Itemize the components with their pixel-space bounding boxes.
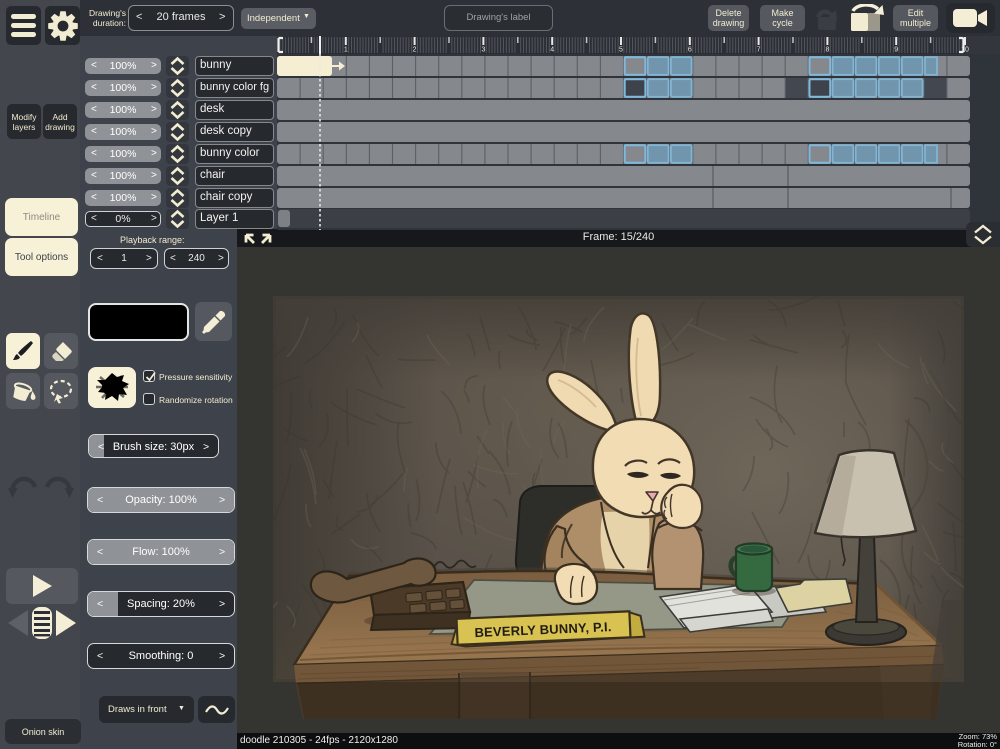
svg-text:4: 4 (550, 47, 554, 54)
svg-text:1: 1 (344, 47, 348, 54)
svg-text:5: 5 (619, 47, 623, 54)
svg-text:6: 6 (688, 47, 692, 54)
svg-text:7: 7 (757, 47, 761, 54)
svg-text:3: 3 (481, 47, 485, 54)
svg-text:2: 2 (413, 47, 417, 54)
svg-text:9: 9 (894, 47, 898, 54)
svg-text:8: 8 (825, 47, 829, 54)
